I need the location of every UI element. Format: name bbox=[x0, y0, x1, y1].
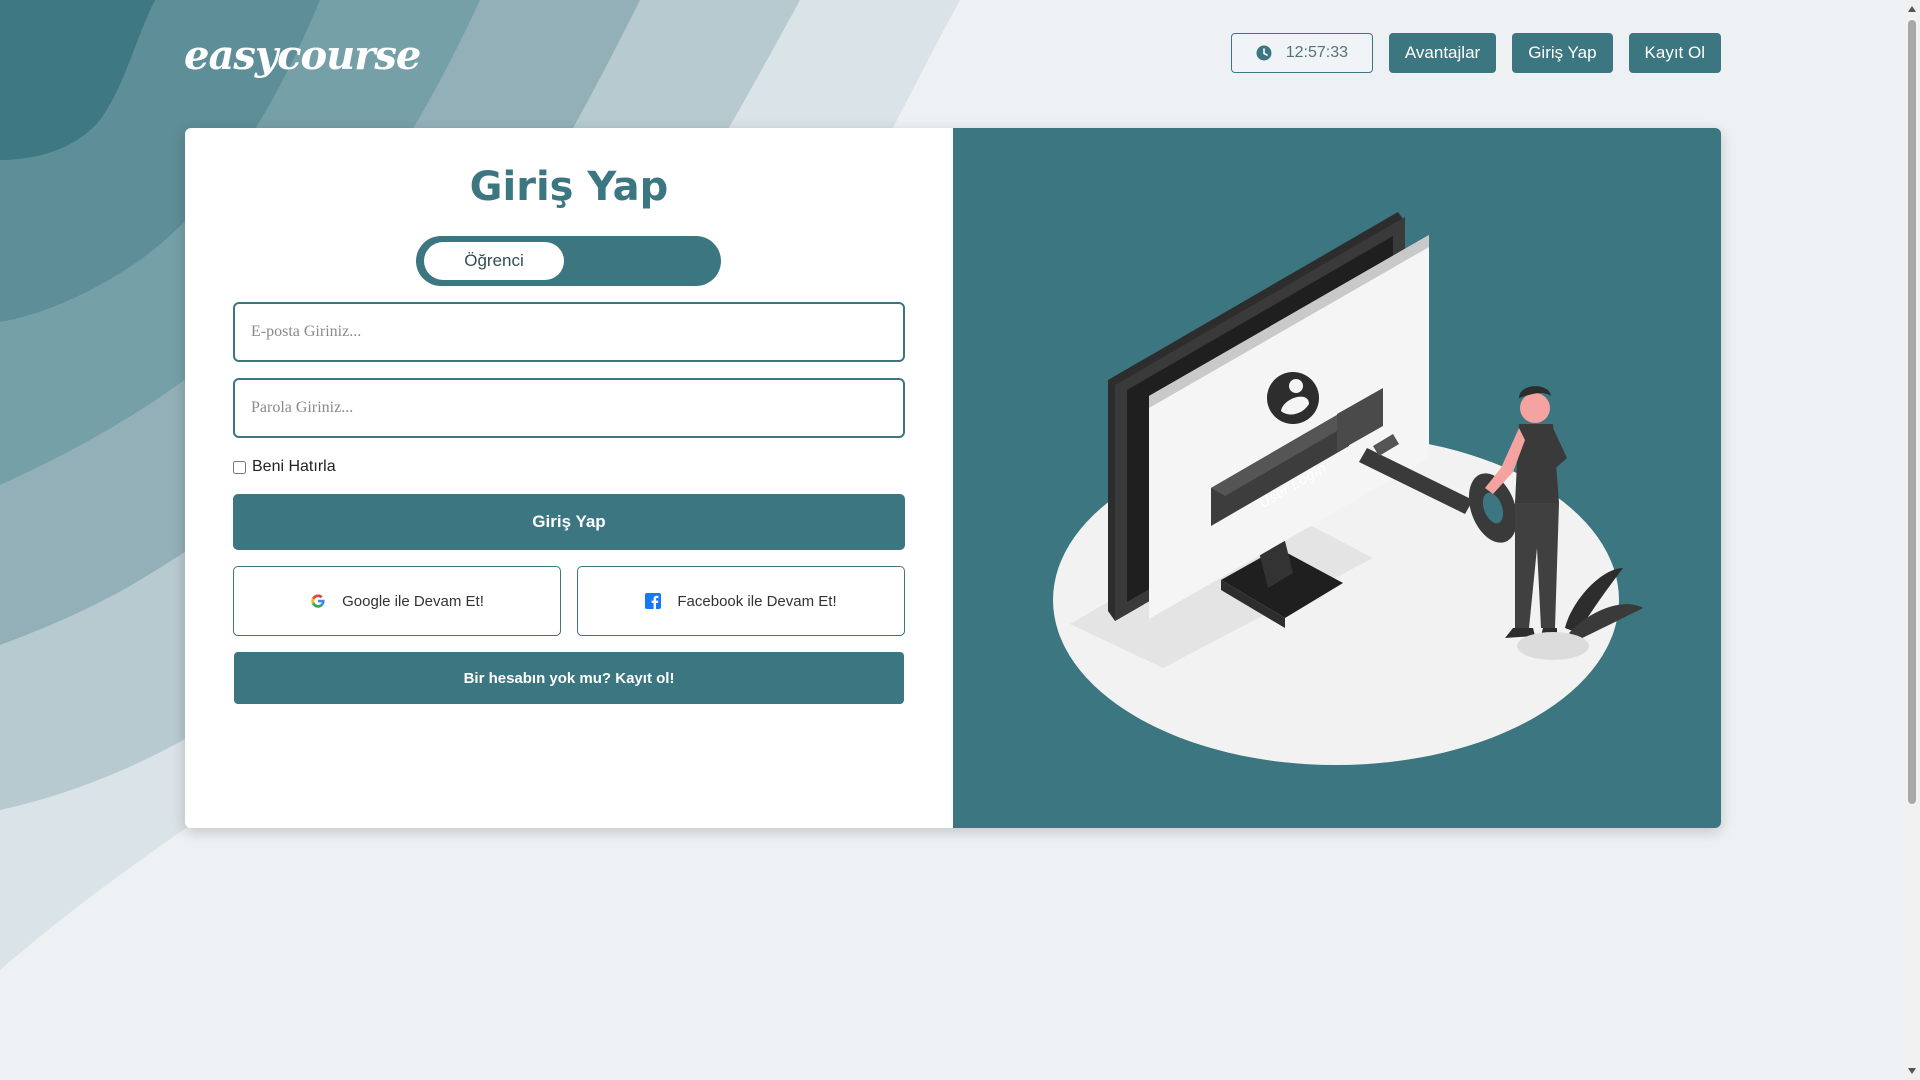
vertical-scrollbar[interactable] bbox=[1904, 0, 1920, 1080]
toggle-option-student[interactable]: Öğrenci bbox=[424, 242, 564, 280]
remember-me-checkbox[interactable] bbox=[233, 460, 246, 474]
remember-me-label: Beni Hatırla bbox=[252, 458, 336, 475]
scroll-up-arrow[interactable] bbox=[1908, 6, 1916, 12]
google-login-button[interactable]: Google ile Devam Et! bbox=[233, 566, 561, 636]
login-form-panel: Giriş Yap Öğrenci Beni Hatırla Giriş Yap… bbox=[185, 128, 953, 828]
remember-me: Beni Hatırla bbox=[233, 458, 336, 476]
google-icon bbox=[311, 594, 325, 608]
facebook-icon bbox=[645, 593, 662, 609]
google-login-label: Google ile Devam Et! bbox=[342, 592, 484, 610]
page-title: Giriş Yap bbox=[469, 164, 669, 210]
login-nav-button[interactable]: Giriş Yap bbox=[1512, 33, 1613, 73]
top-nav: 12:57:33 Avantajlar Giriş Yap Kayıt Ol bbox=[1230, 33, 1721, 73]
email-field[interactable] bbox=[233, 302, 905, 362]
clock-icon bbox=[1256, 45, 1272, 61]
scroll-thumb[interactable] bbox=[1908, 20, 1916, 804]
clock-time: 12:57:33 bbox=[1285, 44, 1349, 61]
illustration-panel: User Login bbox=[953, 128, 1721, 828]
clock-display: 12:57:33 bbox=[1230, 33, 1373, 73]
signup-link-button[interactable]: Bir hesabın yok mu? Kayıt ol! bbox=[234, 652, 904, 704]
user-type-toggle[interactable]: Öğrenci bbox=[416, 236, 721, 286]
password-field[interactable] bbox=[233, 378, 905, 438]
advantages-button[interactable]: Avantajlar bbox=[1388, 33, 1497, 73]
scroll-down-arrow[interactable] bbox=[1908, 1068, 1916, 1074]
register-nav-button[interactable]: Kayıt Ol bbox=[1628, 33, 1721, 73]
facebook-login-label: Facebook ile Devam Et! bbox=[677, 592, 837, 610]
login-card: Giriş Yap Öğrenci Beni Hatırla Giriş Yap… bbox=[185, 128, 1721, 828]
user-login-illustration: User Login bbox=[1053, 212, 1643, 765]
facebook-login-button[interactable]: Facebook ile Devam Et! bbox=[577, 566, 905, 636]
brand-logo[interactable]: easycourse bbox=[184, 32, 421, 79]
login-submit-button[interactable]: Giriş Yap bbox=[233, 494, 905, 550]
